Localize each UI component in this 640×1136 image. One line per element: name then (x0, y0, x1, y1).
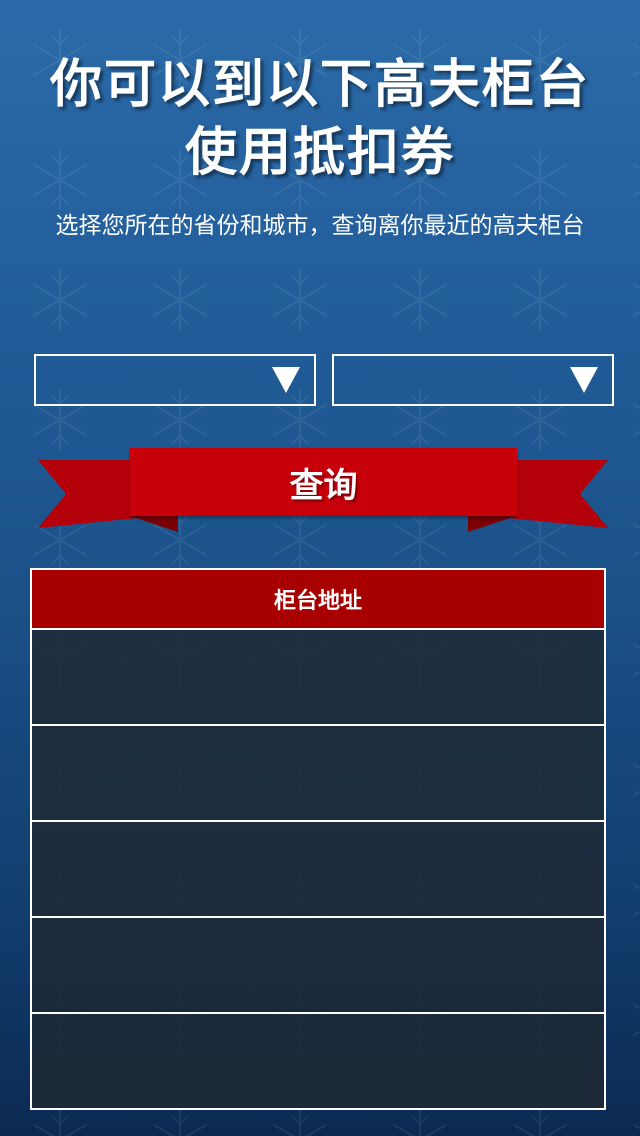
table-header-label: 柜台地址 (273, 589, 362, 614)
table-row (32, 630, 604, 726)
table-cell (32, 630, 604, 650)
city-select[interactable] (332, 354, 614, 406)
table-row (32, 822, 604, 918)
table-cell (32, 918, 604, 938)
table-row (32, 918, 604, 1014)
table-cell (32, 726, 604, 746)
query-button[interactable]: 查询 (130, 448, 517, 516)
table-row (32, 1014, 604, 1108)
table-row (32, 726, 604, 822)
query-button-label: 查询 (289, 465, 358, 506)
table-cell (32, 1014, 604, 1034)
dropdown-arrow-icon (272, 367, 300, 393)
page-title-line1: 你可以到以下高夫柜台 (49, 55, 590, 115)
results-table: 柜台地址 (30, 568, 606, 1110)
province-select[interactable] (34, 354, 316, 406)
table-cell (32, 822, 604, 842)
page-title-line2: 使用抵扣券 (184, 123, 455, 183)
dropdown-arrow-icon (570, 367, 598, 393)
table-header: 柜台地址 (32, 570, 604, 630)
page-subtitle: 选择您所在的省份和城市，查询离你最近的高夫柜台 (55, 213, 585, 239)
